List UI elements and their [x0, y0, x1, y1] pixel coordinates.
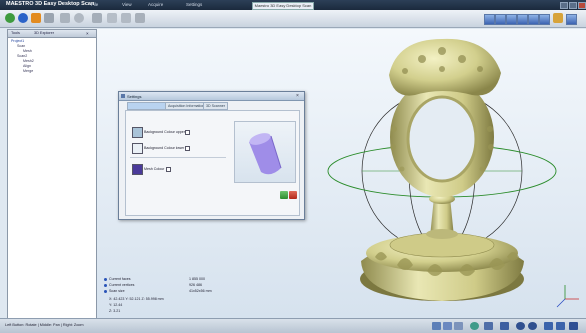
dimension-readout: Y: 12.44: [109, 303, 123, 307]
minimize-button[interactable]: [560, 2, 568, 9]
option-checkbox[interactable]: [166, 167, 171, 172]
cylinder-preview-icon: [249, 133, 282, 175]
info-bullet-icon: [104, 284, 107, 287]
settings-dialog: Settings × Acquisition Information 3D Sc…: [118, 91, 305, 220]
info-label: Scan size: [109, 289, 125, 293]
snap-icon[interactable]: [470, 322, 479, 330]
tree-node-project[interactable]: Project1: [11, 39, 24, 43]
measure-icon[interactable]: [107, 13, 117, 23]
camera-icon[interactable]: [528, 322, 537, 330]
target-icon[interactable]: [74, 13, 84, 23]
pan-icon[interactable]: [454, 322, 463, 330]
info-value: 926 486: [189, 283, 202, 287]
light-icon[interactable]: [516, 322, 525, 330]
wireframe-icon[interactable]: [544, 322, 553, 330]
info-bullet-icon: [104, 290, 107, 293]
mesh-colour-swatch[interactable]: [132, 164, 143, 175]
view-left-icon[interactable]: [506, 14, 517, 25]
status-bar: Left Button: Rotate | Middle: Pan | Righ…: [0, 318, 586, 333]
fit-view-icon[interactable]: [566, 14, 577, 25]
option-label: Background Colour upper: [144, 130, 185, 134]
tree-node[interactable]: Scan: [17, 44, 25, 48]
mesh-preview: [234, 121, 296, 183]
tab-tools[interactable]: Tools: [11, 31, 20, 35]
tree-node[interactable]: Align: [23, 64, 31, 68]
info-value: 1 855 000: [189, 277, 205, 281]
close-panel-icon[interactable]: ×: [86, 31, 89, 36]
dialog-close-icon[interactable]: ×: [296, 93, 299, 99]
dimension-readout: Z: 3.21: [109, 309, 121, 313]
view-back-icon[interactable]: [495, 14, 506, 25]
status-text: Left Button: Rotate | Middle: Pan | Righ…: [5, 323, 84, 327]
shading-icon[interactable]: [553, 13, 563, 23]
scan-icon[interactable]: [31, 13, 41, 23]
menu-view[interactable]: View: [122, 2, 132, 7]
cancel-button[interactable]: [289, 191, 297, 199]
solid-icon[interactable]: [556, 322, 565, 330]
new-project-icon[interactable]: [5, 13, 15, 23]
layers-icon[interactable]: [500, 322, 509, 330]
dialog-caption: Settings ×: [119, 92, 304, 101]
grid-toggle-icon[interactable]: [484, 322, 493, 330]
zoom-icon[interactable]: [432, 322, 441, 330]
maximize-button[interactable]: [569, 2, 577, 9]
align-icon[interactable]: [92, 13, 102, 23]
dialog-app-icon: [121, 93, 125, 98]
app-title: MAESTRO 3D Easy Desktop Scan: [6, 1, 95, 7]
project-tree-panel: Tools 3D Explorer × Project1 Scan Mesh S…: [7, 29, 97, 320]
option-label: Mesh Colour: [144, 167, 165, 171]
tab-display[interactable]: [127, 102, 167, 110]
dialog-title: Settings: [127, 93, 142, 99]
option-label: Background Colour lower: [144, 146, 185, 150]
document-title: Maestro 3D Easy Desktop Scan: [252, 2, 314, 10]
tree-node[interactable]: Scan2: [17, 54, 27, 58]
grid-icon[interactable]: [60, 13, 70, 23]
dialog-content: Background Colour upper Background Colou…: [125, 110, 300, 216]
background-upper-swatch[interactable]: [132, 127, 143, 138]
axis-indicator: [556, 285, 579, 308]
view-front-icon[interactable]: [484, 14, 495, 25]
dimension-readout: X: 42.423 Y: 52.121 Z: 55.998 mm: [109, 297, 164, 301]
option-checkbox[interactable]: [185, 130, 190, 135]
rotate-icon[interactable]: [443, 322, 452, 330]
brush-icon[interactable]: [135, 13, 145, 23]
info-bullet-icon: [104, 278, 107, 281]
option-checkbox[interactable]: [185, 146, 190, 151]
ok-button[interactable]: [280, 191, 288, 199]
title-bar: MAESTRO 3D Easy Desktop Scan File View A…: [0, 0, 586, 10]
close-window-button[interactable]: [578, 2, 586, 9]
background-lower-swatch[interactable]: [132, 143, 143, 154]
tab-3d-scanner[interactable]: 3D Scanner: [203, 102, 228, 110]
shield-icon[interactable]: [44, 13, 54, 23]
menu-acquire[interactable]: Acquire: [148, 2, 163, 7]
view-right-icon[interactable]: [517, 14, 528, 25]
info-label: Current vertices: [109, 283, 135, 287]
info-value: 41x52x56 mm: [189, 289, 212, 293]
menu-settings[interactable]: Settings: [186, 2, 202, 7]
tab-3d-explorer[interactable]: 3D Explorer: [34, 31, 54, 35]
tree-node[interactable]: Mesh: [23, 49, 32, 53]
tree-header: Tools 3D Explorer ×: [8, 30, 96, 38]
ring-stand-model[interactable]: [360, 38, 524, 301]
texture-icon[interactable]: [569, 322, 578, 330]
cut-icon[interactable]: [121, 13, 131, 23]
info-label: Current faces: [109, 277, 131, 281]
main-toolbar: [0, 10, 586, 28]
divider: [130, 157, 226, 158]
tab-acquisition-information[interactable]: Acquisition Information: [165, 102, 208, 110]
view-bottom-icon[interactable]: [539, 14, 550, 25]
menu-file[interactable]: File: [91, 2, 98, 7]
info-icon[interactable]: [18, 13, 28, 23]
tree-node[interactable]: Mesh2: [23, 59, 34, 63]
view-top-icon[interactable]: [528, 14, 539, 25]
tree-node[interactable]: Merge: [23, 69, 33, 73]
